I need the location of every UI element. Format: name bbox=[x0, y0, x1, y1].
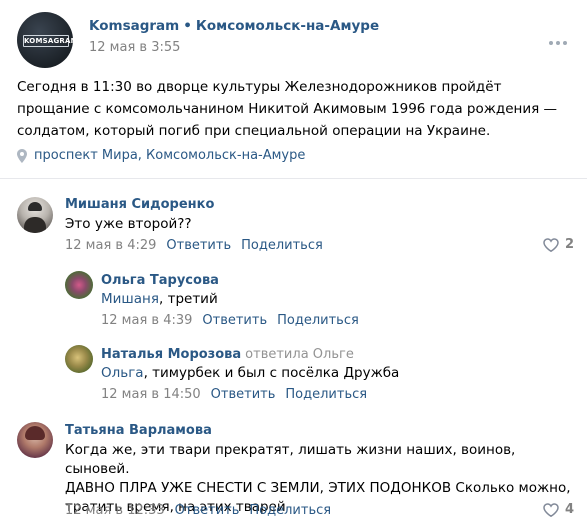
post-author-line: Komsagram • Комсомольск-на-Амуре bbox=[89, 18, 379, 34]
heart-icon bbox=[543, 502, 559, 517]
comment-mention[interactable]: Ольга bbox=[101, 365, 144, 381]
comment-date[interactable]: 12 мая в 4:29 bbox=[65, 238, 156, 253]
post-divider bbox=[0, 178, 587, 179]
comment-text-body: , третий bbox=[159, 291, 218, 307]
author-separator: • bbox=[183, 18, 192, 34]
comment-author: Наталья Морозова ответила Ольге bbox=[101, 347, 354, 362]
location-text: проспект Мира, Комсомольск-на-Амуре bbox=[34, 148, 306, 163]
reply-button[interactable]: Ответить bbox=[211, 387, 276, 402]
community-name-link[interactable]: Komsagram bbox=[89, 18, 179, 34]
community-logo: KOMSAGRAM bbox=[23, 35, 73, 47]
comment-author[interactable]: Ольга Тарусова bbox=[101, 273, 219, 288]
comment-date[interactable]: 12 мая в 4:39 bbox=[101, 313, 192, 328]
avatar[interactable] bbox=[65, 345, 93, 373]
community-avatar[interactable]: KOMSAGRAM bbox=[17, 12, 73, 68]
avatar[interactable] bbox=[17, 197, 53, 233]
comment-meta: 12 мая в 12:33 Ответить Поделиться bbox=[65, 503, 331, 518]
comment-text-body: , тимурбек и был с посёлка Дружба bbox=[143, 365, 400, 381]
comment-text: Мишаня, третий bbox=[101, 290, 218, 309]
comment-date[interactable]: 12 мая в 12:33 bbox=[65, 503, 165, 518]
comment-date[interactable]: 12 мая в 14:50 bbox=[101, 387, 201, 402]
comment-text: Это уже второй?? bbox=[65, 216, 192, 232]
like-count: 2 bbox=[565, 237, 575, 252]
post-location[interactable]: проспект Мира, Комсомольск-на-Амуре bbox=[17, 148, 305, 163]
reply-button[interactable]: Ответить bbox=[175, 503, 240, 518]
share-button[interactable]: Поделиться bbox=[249, 503, 331, 518]
replied-to[interactable]: ответила Ольге bbox=[245, 347, 354, 362]
comment-text-line: ДАВНО ПЛРА УЖЕ СНЕСТИ С ЗЕМЛИ, ЭТИХ ПОДО… bbox=[65, 480, 571, 496]
comment-meta: 12 мая в 14:50 Ответить Поделиться bbox=[101, 387, 367, 402]
location-pin-icon bbox=[17, 148, 27, 163]
avatar[interactable] bbox=[65, 271, 93, 299]
heart-icon bbox=[543, 237, 559, 252]
share-button[interactable]: Поделиться bbox=[285, 387, 367, 402]
post-header: KOMSAGRAM Komsagram • Комсомольск-на-Амуре… bbox=[0, 0, 587, 80]
comment-meta: 12 мая в 4:29 Ответить Поделиться bbox=[65, 238, 323, 253]
like-button[interactable]: 4 bbox=[543, 502, 574, 517]
share-button[interactable]: Поделиться bbox=[277, 313, 359, 328]
share-button[interactable]: Поделиться bbox=[241, 238, 323, 253]
post-date[interactable]: 12 мая в 3:55 bbox=[89, 40, 180, 55]
more-dots-icon[interactable] bbox=[549, 30, 571, 45]
comment-author-link[interactable]: Наталья Морозова bbox=[101, 347, 241, 362]
avatar[interactable] bbox=[17, 422, 53, 458]
city-link[interactable]: Комсомольск-на-Амуре bbox=[196, 18, 379, 34]
comment-author[interactable]: Татьяна Варламова bbox=[65, 423, 212, 438]
comment-meta: 12 мая в 4:39 Ответить Поделиться bbox=[101, 313, 359, 328]
like-count: 4 bbox=[565, 502, 575, 517]
comment-text: Ольга, тимурбек и был с посёлка Дружба bbox=[101, 364, 399, 383]
comment-mention[interactable]: Мишаня bbox=[101, 291, 159, 307]
like-button[interactable]: 2 bbox=[543, 237, 574, 252]
comment-text-line: Когда же, эти твари прекратят, лишать жи… bbox=[65, 442, 516, 477]
reply-button[interactable]: Ответить bbox=[166, 238, 231, 253]
comment-author[interactable]: Мишаня Сидоренко bbox=[65, 197, 214, 212]
post-text: Сегодня в 11:30 во дворце культуры Желез… bbox=[17, 79, 558, 139]
reply-button[interactable]: Ответить bbox=[202, 313, 267, 328]
